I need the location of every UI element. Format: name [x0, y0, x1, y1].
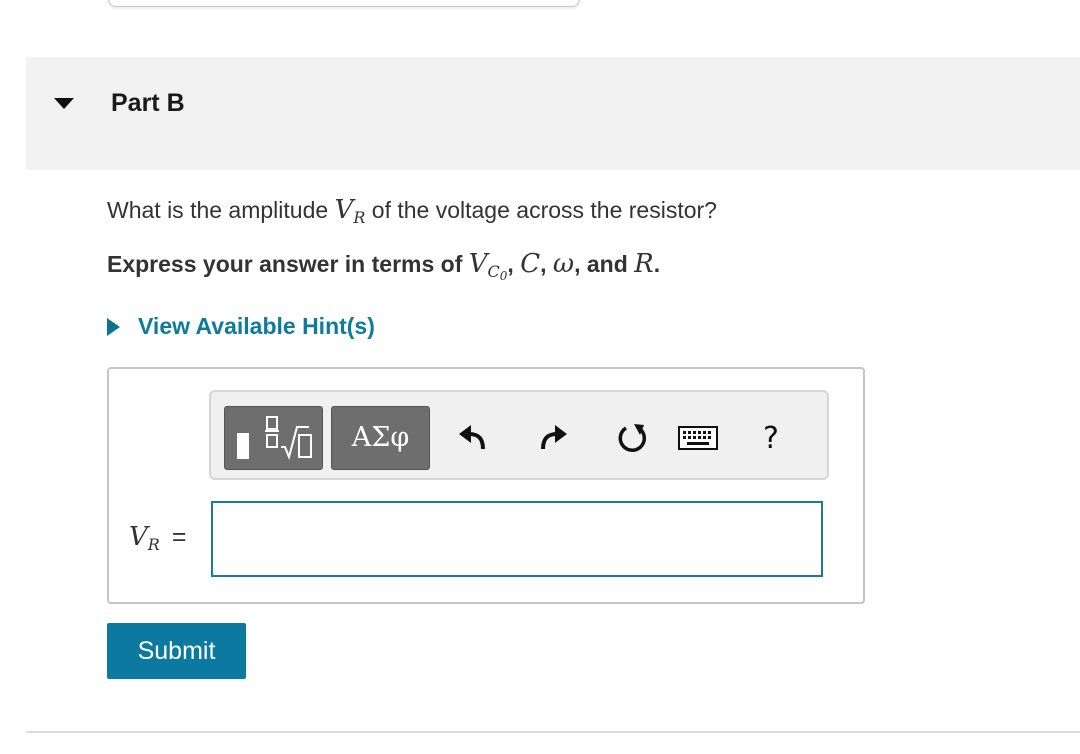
question-prefix: What is the amplitude: [107, 197, 335, 223]
instruction-sep-1: ,: [507, 251, 521, 277]
submit-button[interactable]: Submit: [107, 623, 246, 679]
undo-icon[interactable]: [453, 412, 493, 464]
instruction-prefix: Express your answer in terms of: [107, 251, 469, 277]
variable-vc0: VC0: [468, 249, 508, 283]
view-hints-label[interactable]: View Available Hint(s): [138, 313, 375, 340]
variable-vr-sub: R: [353, 208, 366, 227]
keyboard-icon[interactable]: [675, 412, 721, 464]
instruction-text: Express your answer in terms of VC0, C , …: [107, 249, 660, 283]
question-text: What is the amplitude VR of the voltage …: [107, 195, 717, 227]
instruction-sep-2: ,: [540, 251, 553, 277]
templates-button[interactable]: [224, 406, 323, 470]
templates-icon: [237, 416, 312, 461]
variable-vr: VR: [334, 195, 366, 227]
help-icon[interactable]: ?: [751, 412, 791, 464]
redo-icon[interactable]: [533, 412, 573, 464]
answer-var-main: V: [129, 522, 148, 552]
equals-sign: =: [171, 523, 187, 551]
expand-triangle-icon[interactable]: [107, 317, 120, 336]
variable-c: C: [520, 249, 541, 279]
variable-omega: ω: [552, 249, 575, 279]
greek-symbols-button[interactable]: ΑΣφ: [331, 406, 430, 470]
variable-vc0-main: V: [468, 249, 488, 279]
view-hints-toggle[interactable]: View Available Hint(s): [107, 313, 375, 340]
divider: [26, 731, 1080, 733]
previous-part-box: [108, 0, 580, 7]
answer-var: VR: [129, 522, 160, 554]
answer-input[interactable]: [211, 501, 823, 577]
reset-icon[interactable]: [613, 412, 653, 464]
answer-variable-label: VR =: [129, 521, 186, 554]
variable-vc0-sub-letter: C: [487, 262, 500, 281]
variable-r: R: [634, 249, 654, 279]
question-suffix: of the voltage across the resistor?: [365, 197, 717, 223]
instruction-sep-3: , and: [574, 251, 635, 277]
math-toolbar: ΑΣφ ?: [209, 390, 829, 480]
variable-vr-main: V: [334, 195, 354, 225]
instruction-end: .: [653, 251, 661, 277]
collapse-triangle-icon[interactable]: [54, 98, 74, 109]
variable-vc0-sub: C0: [487, 262, 508, 283]
answer-var-sub: R: [147, 535, 160, 554]
part-title: Part B: [111, 89, 185, 117]
